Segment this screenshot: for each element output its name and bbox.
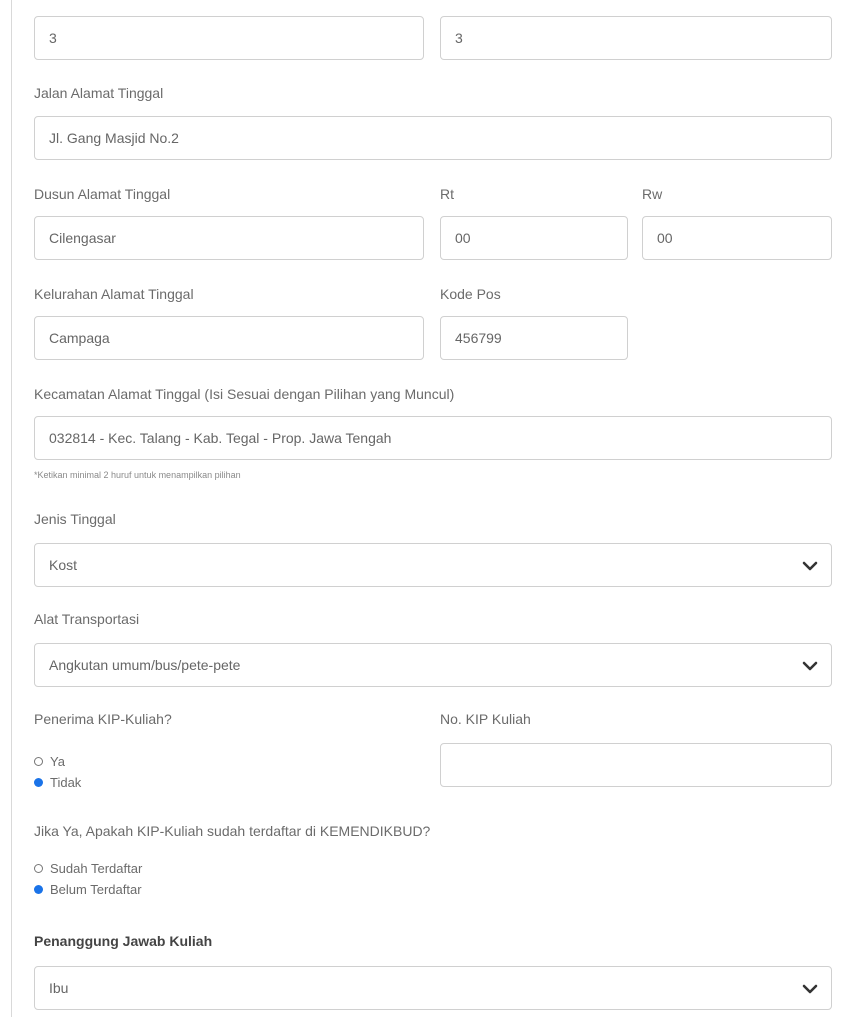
dusun-input[interactable]: Cilengasar [34,216,424,260]
kip-option-tidak[interactable]: Tidak [34,773,81,791]
kip-option-ya-label: Ya [50,753,65,769]
kip-terdaftar-label: Jika Ya, Apakah KIP-Kuliah sudah terdaft… [34,823,431,839]
option-belum-terdaftar-label: Belum Terdaftar [50,881,142,897]
top-right-input[interactable]: 3 [440,16,832,60]
radio-checked-icon[interactable] [34,777,43,787]
penanggung-value: Ibu [49,980,69,996]
kip-option-ya[interactable]: Ya [34,752,65,770]
kip-option-tidak-label: Tidak [50,774,82,790]
no-kip-input[interactable] [440,743,832,787]
alat-transportasi-value: Angkutan umum/bus/pete-pete [49,657,241,673]
radio-checked-icon[interactable] [34,884,43,894]
jalan-input[interactable]: Jl. Gang Masjid No.2 [34,116,832,160]
kode-pos-label: Kode Pos [440,286,501,302]
rw-input[interactable]: 00 [642,216,832,260]
option-sudah-terdaftar[interactable]: Sudah Terdaftar [34,859,142,877]
kecamatan-input[interactable]: 032814 - Kec. Talang - Kab. Tegal - Prop… [34,416,832,460]
option-sudah-terdaftar-label: Sudah Terdaftar [50,860,143,876]
rt-label: Rt [440,186,454,202]
kode-pos-input[interactable]: 456799 [440,316,628,360]
alat-transportasi-label: Alat Transportasi [34,611,140,627]
radio-icon[interactable] [34,863,43,873]
top-left-input[interactable]: 3 [34,16,424,60]
kelurahan-label: Kelurahan Alamat Tinggal [34,286,194,302]
option-belum-terdaftar[interactable]: Belum Terdaftar [34,880,142,898]
chevron-down-icon [802,984,818,994]
form-left-border [11,0,12,1017]
dusun-label: Dusun Alamat Tinggal [34,186,171,202]
alat-transportasi-select[interactable]: Angkutan umum/bus/pete-pete [34,643,832,687]
no-kip-label: No. KIP Kuliah [440,711,531,727]
penanggung-label: Penanggung Jawab Kuliah [34,933,213,949]
jalan-label: Jalan Alamat Tinggal [34,85,164,101]
penanggung-select[interactable]: Ibu [34,966,832,1010]
rw-label: Rw [642,186,663,202]
kelurahan-input[interactable]: Campaga [34,316,424,360]
jenis-tinggal-value: Kost [49,557,78,573]
kecamatan-label: Kecamatan Alamat Tinggal (Isi Sesuai den… [34,386,455,402]
kecamatan-hint: *Ketikan minimal 2 huruf untuk menampilk… [34,470,241,480]
radio-icon[interactable] [34,756,43,766]
jenis-tinggal-label: Jenis Tinggal [34,511,116,527]
jenis-tinggal-select[interactable]: Kost [34,543,832,587]
chevron-down-icon [802,661,818,671]
chevron-down-icon [802,561,818,571]
rt-input[interactable]: 00 [440,216,628,260]
kip-label: Penerima KIP-Kuliah? [34,711,172,727]
